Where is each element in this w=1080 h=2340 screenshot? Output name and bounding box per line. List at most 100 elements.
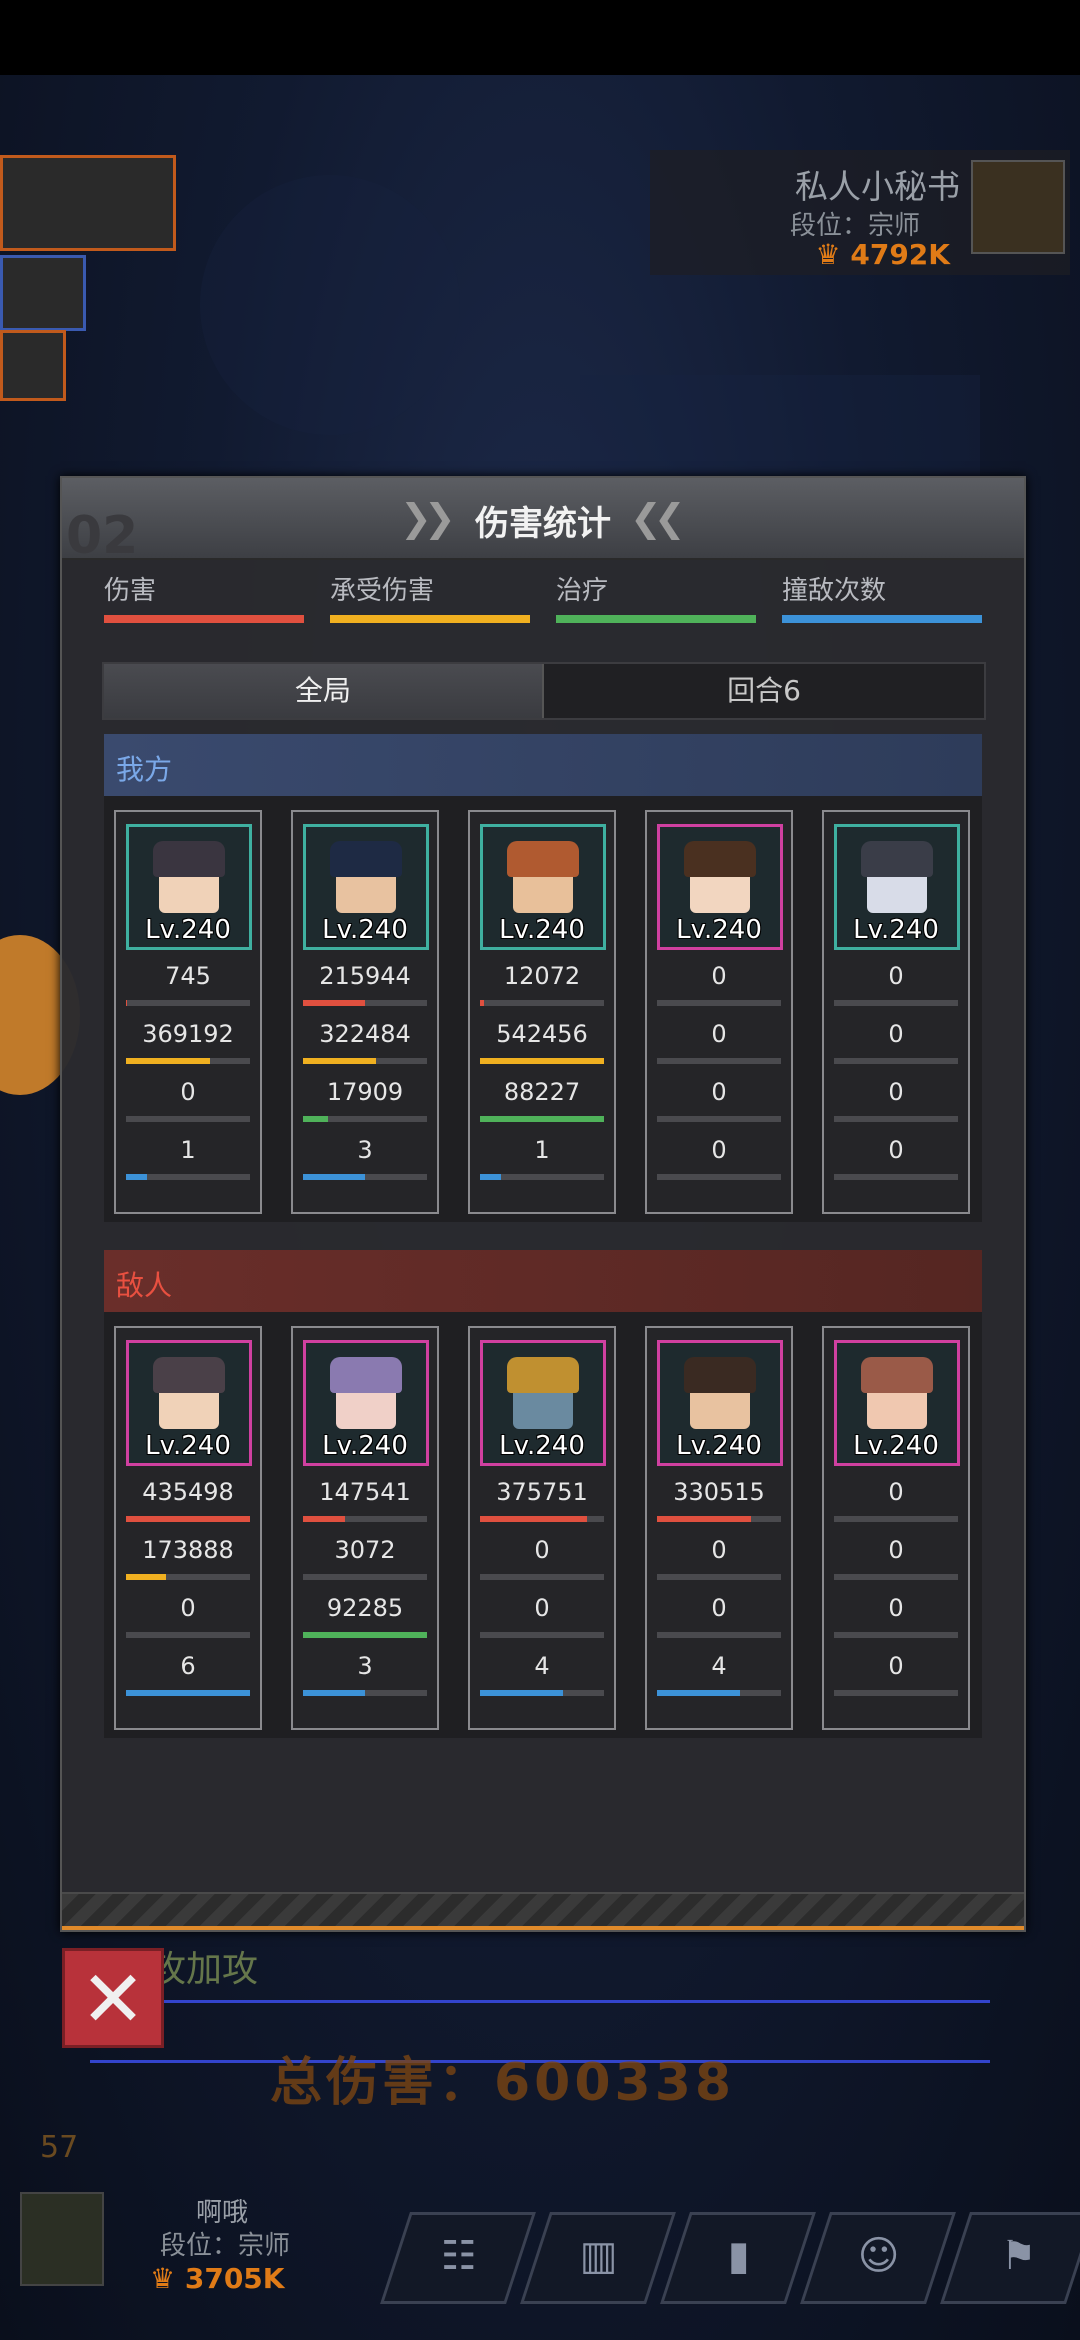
unit-ram-count-bar xyxy=(480,1690,604,1696)
unit-level: Lv.240 xyxy=(676,1431,762,1461)
unit-healing-bar xyxy=(126,1116,250,1122)
attack-buff-label: 攻加攻 xyxy=(150,1949,259,1990)
unit-damage-taken-bar xyxy=(834,1058,958,1064)
ally-section-header: 我方 xyxy=(104,734,982,796)
unit-damage-bar-fill xyxy=(657,1516,752,1522)
unit-hair xyxy=(684,841,756,877)
ally-portrait-1[interactable] xyxy=(0,155,176,251)
unit-level: Lv.240 xyxy=(145,915,231,945)
unit-healing-value: 0 xyxy=(888,1078,904,1106)
unit-level: Lv.240 xyxy=(676,915,762,945)
unit-damage-taken-bar xyxy=(126,1058,250,1064)
status-bar xyxy=(0,0,1080,75)
close-button[interactable]: ✕ xyxy=(62,1948,164,2048)
player-card: 啊哦 段位：宗师 ♛ 3705K xyxy=(0,2180,380,2340)
arena-line xyxy=(90,2000,990,2003)
ally-portrait-2[interactable] xyxy=(0,255,86,331)
ally-unit-card[interactable]: Lv.240 12072 542456 88227 1 xyxy=(468,810,616,1214)
enemy-unit-card[interactable]: Lv.240 435498 173888 0 6 xyxy=(114,1326,262,1730)
total-damage-text: 总伤害：600338 xyxy=(270,2053,736,2113)
unit-ram-count-value: 4 xyxy=(534,1652,550,1680)
legend-swatch xyxy=(104,615,304,623)
unit-hair xyxy=(684,1357,756,1393)
unit-damage-value: 0 xyxy=(888,1478,904,1506)
unit-damage-bar xyxy=(480,1000,604,1006)
enemy-unit-card[interactable]: Lv.240 147541 3072 92285 3 xyxy=(291,1326,439,1730)
ally-unit-card[interactable]: Lv.240 0 0 0 0 xyxy=(822,810,970,1214)
unit-level: Lv.240 xyxy=(499,915,585,945)
tab-round[interactable]: 回合6 xyxy=(544,664,984,718)
unit-hair xyxy=(507,841,579,877)
panel-header: 02 ❯❯ 伤害统计 ❮❮ xyxy=(62,478,1024,566)
unit-ram-count-bar xyxy=(303,1174,427,1180)
unit-healing-bar xyxy=(303,1632,427,1638)
unit-ram-count-value: 0 xyxy=(888,1136,904,1164)
unit-damage-bar xyxy=(480,1516,604,1522)
unit-ram-count-bar xyxy=(126,1690,250,1696)
unit-damage-taken-value: 542456 xyxy=(496,1020,588,1048)
unit-ram-count-bar xyxy=(303,1690,427,1696)
unit-ram-count-bar-fill xyxy=(480,1174,502,1180)
ally-unit-card[interactable]: Lv.240 0 0 0 0 xyxy=(645,810,793,1214)
unit-ram-count-value: 0 xyxy=(888,1652,904,1680)
legend-label: 伤害 xyxy=(104,576,157,606)
unit-ram-count-value: 1 xyxy=(534,1136,550,1164)
unit-damage-taken-value: 0 xyxy=(888,1536,904,1564)
smiley-icon: ☺ xyxy=(857,2233,900,2279)
panel-footer-accent xyxy=(62,1926,1024,1930)
unit-damage-bar-fill xyxy=(480,1000,484,1006)
unit-damage-taken-bar xyxy=(303,1058,427,1064)
unit-damage-bar xyxy=(303,1516,427,1522)
unit-damage-bar xyxy=(303,1000,427,1006)
unit-healing-value: 0 xyxy=(888,1594,904,1622)
stats-tabs: 全局 回合6 xyxy=(102,662,986,720)
unit-hair xyxy=(861,1357,933,1393)
unit-ram-count-bar xyxy=(834,1174,958,1180)
unit-damage-taken-bar xyxy=(303,1574,427,1580)
unit-damage-taken-value: 0 xyxy=(888,1020,904,1048)
chevron-left-icon: ❮❮ xyxy=(630,496,686,540)
panel-footer xyxy=(62,1892,1024,1930)
unit-hair xyxy=(153,1357,225,1393)
unit-damage-taken-value: 0 xyxy=(711,1536,727,1564)
round-number: 57 xyxy=(40,2130,79,2165)
enemy-unit-card[interactable]: Lv.240 0 0 0 0 xyxy=(822,1326,970,1730)
unit-level: Lv.240 xyxy=(145,1431,231,1461)
unit-damage-taken-value: 3072 xyxy=(334,1536,396,1564)
ally-portrait-3[interactable] xyxy=(0,330,66,401)
enemy-unit-card[interactable]: Lv.240 375751 0 0 4 xyxy=(468,1326,616,1730)
unit-healing-value: 17909 xyxy=(326,1078,404,1106)
player-power: ♛ 3705K xyxy=(150,2262,285,2295)
unit-healing-value: 88227 xyxy=(503,1078,581,1106)
player-rank: 段位：宗师 xyxy=(160,2231,291,2261)
unit-damage-taken-bar xyxy=(126,1574,250,1580)
unit-hair xyxy=(861,841,933,877)
ally-section-label: 我方 xyxy=(116,753,173,786)
unit-level: Lv.240 xyxy=(853,915,939,945)
unit-ram-count-bar-fill xyxy=(657,1690,741,1696)
tab-overall[interactable]: 全局 xyxy=(104,664,544,718)
ally-unit-card[interactable]: Lv.240 745 369192 0 1 xyxy=(114,810,262,1214)
legend-ram-count: 撞敌次数 xyxy=(782,570,982,623)
unit-ram-count-value: 1 xyxy=(180,1136,196,1164)
unit-healing-value: 0 xyxy=(711,1594,727,1622)
opponent-name: 私人小秘书 xyxy=(795,167,960,206)
unit-damage-value: 330515 xyxy=(673,1478,765,1506)
legend-swatch xyxy=(782,615,982,623)
unit-damage-taken-bar-fill xyxy=(126,1058,211,1064)
enemy-section-label: 敌人 xyxy=(116,1269,173,1302)
unit-damage-taken-value: 0 xyxy=(534,1536,550,1564)
unit-healing-value: 0 xyxy=(180,1078,196,1106)
unit-level: Lv.240 xyxy=(322,1431,408,1461)
unit-level: Lv.240 xyxy=(853,1431,939,1461)
legend-damage-taken: 承受伤害 xyxy=(330,570,530,623)
unit-damage-value: 215944 xyxy=(319,962,411,990)
ally-unit-card[interactable]: Lv.240 215944 322484 17909 3 xyxy=(291,810,439,1214)
enemy-unit-card[interactable]: Lv.240 330515 0 0 4 xyxy=(645,1326,793,1730)
panel-title: 伤害统计 xyxy=(475,504,611,544)
opponent-power: ♛ 4792K xyxy=(815,238,951,271)
legend-swatch xyxy=(556,615,756,623)
unit-damage-value: 0 xyxy=(888,962,904,990)
unit-damage-taken-bar xyxy=(657,1574,781,1580)
unit-damage-value: 375751 xyxy=(496,1478,588,1506)
